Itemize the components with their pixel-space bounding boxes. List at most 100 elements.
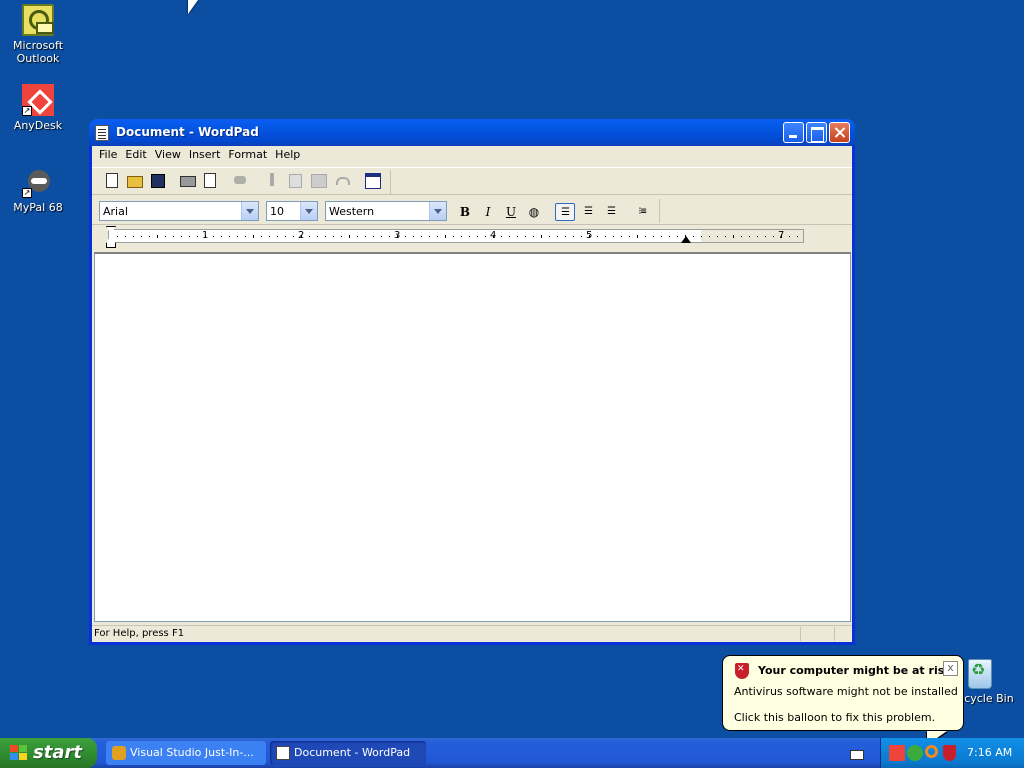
ruler-tick: [165, 236, 166, 237]
ruler-tick: [789, 236, 790, 237]
balloon-title: Your computer might be at risk: [758, 664, 952, 677]
desktop-icon-anydesk[interactable]: ↗ AnyDesk: [0, 84, 76, 132]
ruler-tick: [341, 236, 342, 237]
ruler-tick: [405, 236, 406, 237]
italic-button[interactable]: I: [478, 203, 498, 221]
balloon-close-button[interactable]: x: [943, 661, 958, 676]
ruler-tick: [173, 236, 174, 237]
undo-icon[interactable]: [331, 170, 351, 190]
date-time-icon[interactable]: [362, 170, 382, 190]
font-size-select[interactable]: 10: [266, 201, 318, 221]
desktop-icon-outlook[interactable]: Microsoft Outlook: [0, 4, 76, 65]
taskbar-item-visual-studio[interactable]: Visual Studio Just-In-...: [106, 741, 266, 765]
start-button[interactable]: start: [0, 738, 97, 768]
font-name-value: Arial: [103, 205, 128, 218]
menu-insert[interactable]: Insert: [185, 146, 225, 163]
ruler-tick: [445, 235, 446, 238]
find-icon[interactable]: [230, 170, 250, 190]
ruler-tick: [149, 236, 150, 237]
balloon-action[interactable]: Click this balloon to fix this problem.: [734, 711, 935, 724]
new-icon[interactable]: [101, 170, 121, 190]
ruler-tick: [645, 236, 646, 237]
anydesk-tray-icon[interactable]: [889, 745, 905, 761]
ruler-tick: [781, 235, 782, 238]
print-preview-icon[interactable]: [200, 170, 220, 190]
status-text: For Help, press F1: [94, 628, 185, 639]
align-left-icon[interactable]: ☰: [555, 203, 575, 221]
menu-view[interactable]: View: [151, 146, 185, 163]
ruler-tick: [565, 236, 566, 237]
desktop-icon-label: AnyDesk: [13, 119, 63, 132]
outlook-icon: [22, 4, 54, 36]
copy-icon[interactable]: [285, 170, 305, 190]
security-balloon[interactable]: Your computer might be at risk x Antivir…: [722, 655, 964, 747]
ruler-tick: [613, 236, 614, 237]
shortcut-arrow-icon: ↗: [22, 188, 32, 198]
chevron-down-icon[interactable]: [300, 202, 317, 220]
menu-file[interactable]: File: [95, 146, 121, 163]
ruler-tick: [189, 236, 190, 237]
close-button[interactable]: [829, 122, 850, 143]
ruler-tick: [661, 236, 662, 237]
security-shield-icon[interactable]: [943, 745, 956, 761]
maximize-button[interactable]: [806, 122, 827, 143]
taskbar: start Visual Studio Just-In-... Document…: [0, 738, 1024, 768]
ruler-tick: [749, 236, 750, 237]
menu-edit[interactable]: Edit: [121, 146, 150, 163]
menu-format[interactable]: Format: [224, 146, 271, 163]
underline-button[interactable]: U: [501, 203, 521, 221]
chevron-down-icon[interactable]: [241, 202, 258, 220]
ruler-tick: [773, 236, 774, 237]
keyboard-layout-icon[interactable]: [850, 750, 864, 760]
ruler-tick: [693, 236, 694, 237]
save-icon[interactable]: [147, 170, 167, 190]
bold-button[interactable]: B: [455, 203, 475, 221]
minimize-button[interactable]: [783, 122, 804, 143]
open-icon[interactable]: [124, 170, 144, 190]
search-tray-icon[interactable]: [925, 745, 938, 758]
ruler-tick: [301, 235, 302, 238]
menu-help[interactable]: Help: [271, 146, 304, 163]
title-bar[interactable]: Document - WordPad: [89, 119, 855, 146]
cut-icon[interactable]: [262, 170, 282, 190]
right-indent-marker-icon[interactable]: [681, 236, 691, 243]
color-palette-icon[interactable]: ◍: [524, 203, 544, 221]
ruler-tick: [285, 236, 286, 237]
ruler-tick: [381, 236, 382, 237]
ruler-tick: [621, 236, 622, 237]
clock[interactable]: 7:16 AM: [967, 746, 1012, 759]
ruler-tick: [317, 236, 318, 237]
ruler-tick: [597, 236, 598, 237]
wordpad-icon[interactable]: [95, 125, 109, 141]
paste-icon[interactable]: [308, 170, 328, 190]
ruler-tick: [509, 236, 510, 237]
bullets-icon[interactable]: ⁝≡: [632, 203, 652, 221]
ruler-tick: [269, 236, 270, 237]
network-tray-icon[interactable]: [907, 745, 923, 761]
ruler-tick: [413, 236, 414, 237]
align-right-icon[interactable]: ☰: [601, 203, 621, 221]
ruler-tick: [517, 236, 518, 237]
resize-grip-icon[interactable]: [834, 627, 850, 641]
ruler-tick: [653, 236, 654, 237]
ruler-tick: [669, 236, 670, 237]
script-select[interactable]: Western: [325, 201, 447, 221]
ruler-tick: [125, 236, 126, 237]
toolbar-separator: [659, 199, 660, 223]
ruler[interactable]: 1 2 3 4 5 7: [92, 226, 852, 250]
ruler-tick: [309, 236, 310, 237]
print-icon[interactable]: [177, 170, 197, 190]
document-editor[interactable]: [94, 252, 851, 622]
font-name-select[interactable]: Arial: [99, 201, 259, 221]
align-center-icon[interactable]: ☰: [578, 203, 598, 221]
menu-bar: File Edit View Insert Format Help: [92, 146, 852, 165]
desktop-icon-mypal[interactable]: ↗ MyPal 68: [0, 166, 76, 214]
ruler-tick: [205, 235, 206, 238]
chevron-down-icon[interactable]: [429, 202, 446, 220]
wordpad-icon: [276, 746, 290, 760]
ruler-tick: [373, 236, 374, 237]
anydesk-icon: ↗: [22, 84, 54, 116]
ruler-tick: [429, 236, 430, 237]
taskbar-item-wordpad[interactable]: Document - WordPad: [270, 741, 426, 765]
shortcut-arrow-icon: ↗: [22, 106, 32, 116]
